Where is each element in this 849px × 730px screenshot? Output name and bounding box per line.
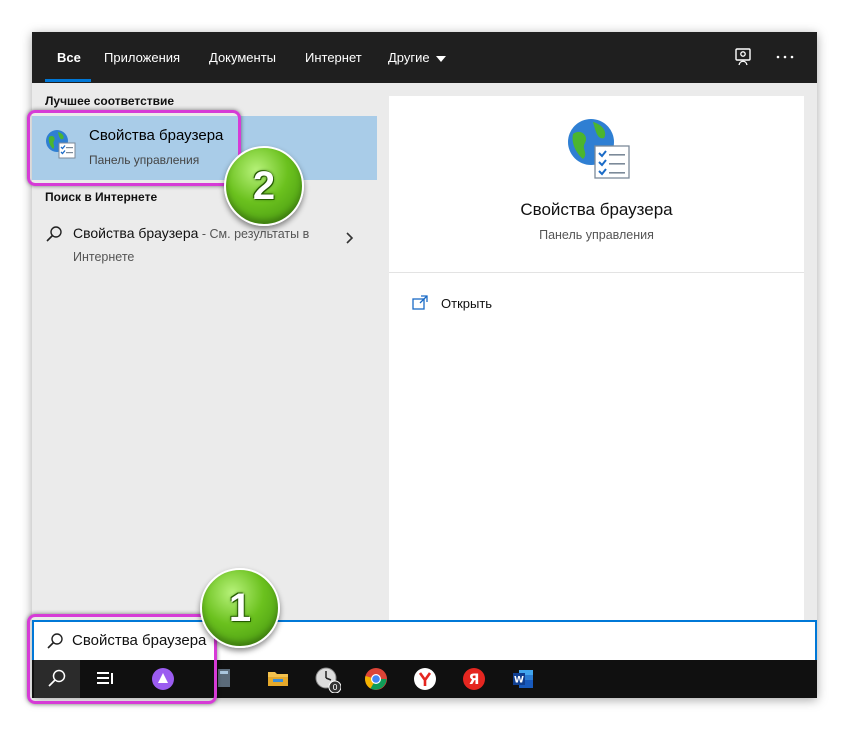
yandex-icon: Я — [463, 668, 485, 690]
svg-text:Я: Я — [469, 672, 480, 688]
preview-divider — [389, 272, 804, 273]
active-tab-indicator — [45, 79, 91, 82]
open-label: Открыть — [441, 296, 493, 311]
preview-title: Свойства браузера — [520, 200, 673, 219]
tab-other[interactable]: Другие — [388, 50, 446, 65]
chevron-down-icon — [435, 55, 446, 62]
yandex-button[interactable]: Я — [450, 660, 496, 698]
step-1-badge: 1 — [200, 568, 280, 648]
best-match-header: Лучшее соответствие — [45, 94, 175, 108]
step-2-badge: 2 — [224, 146, 304, 226]
file-explorer-button[interactable] — [254, 660, 300, 698]
word-button[interactable]: W — [499, 660, 545, 698]
highlight-best-match — [27, 110, 241, 186]
word-icon: W — [513, 670, 533, 688]
chrome-button[interactable] — [352, 660, 398, 698]
svg-text:0: 0 — [332, 683, 337, 692]
chevron-right-icon[interactable] — [344, 231, 356, 245]
yandex-browser-button[interactable] — [401, 660, 447, 698]
preview-subtitle: Панель управления — [539, 228, 654, 242]
yandex-browser-icon — [414, 668, 436, 690]
tab-internet[interactable]: Интернет — [305, 50, 362, 65]
chrome-icon — [365, 668, 387, 690]
tab-documents[interactable]: Документы — [209, 50, 276, 65]
preview-panel: Свойства браузера Панель управления Откр… — [389, 96, 804, 620]
web-search-header: Поиск в Интернете — [45, 190, 158, 204]
web-search-query: Свойства браузера — [73, 225, 199, 241]
internet-options-large-icon — [565, 116, 631, 182]
feedback-icon[interactable] — [732, 46, 754, 68]
tab-all[interactable]: Все — [57, 50, 81, 65]
clock-app-icon: 0 — [315, 667, 341, 693]
svg-text:W: W — [514, 676, 524, 686]
search-tabs-bar: Все Приложения Документы Интернет Другие — [32, 32, 817, 83]
web-search-result[interactable]: Свойства браузера - См. результаты в Инт… — [32, 217, 377, 264]
file-explorer-icon — [268, 672, 288, 686]
tab-apps[interactable]: Приложения — [104, 50, 180, 65]
clock-app-button[interactable]: 0 — [303, 660, 349, 698]
highlight-search-area — [27, 614, 217, 704]
search-icon — [45, 225, 63, 243]
web-search-text: Свойства браузера - См. результаты в Инт… — [73, 222, 343, 268]
tab-other-label: Другие — [388, 50, 430, 65]
more-options-icon[interactable] — [774, 46, 796, 68]
open-icon — [411, 294, 429, 312]
